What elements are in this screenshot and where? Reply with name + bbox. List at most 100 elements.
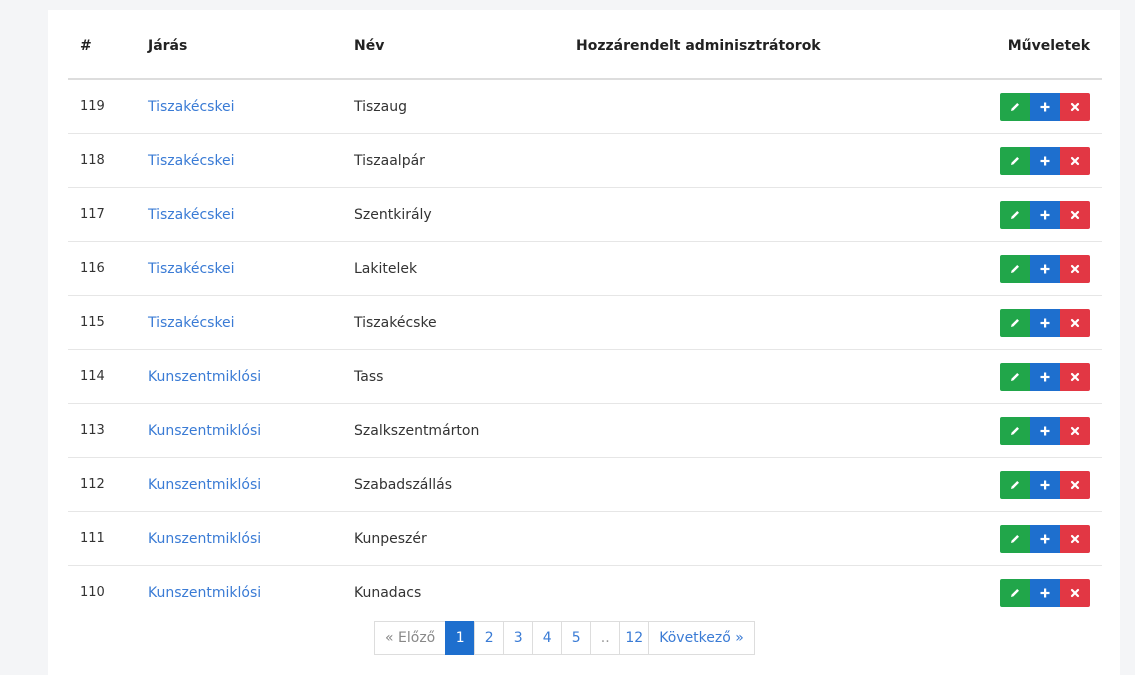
add-admin-button[interactable] (1030, 308, 1060, 337)
table-row: 113 Kunszentmiklósi Szalkszentmárton (68, 403, 1102, 458)
add-admin-button[interactable] (1030, 200, 1060, 229)
jaras-link[interactable]: Kunszentmiklósi (148, 585, 261, 601)
action-button-group (1000, 92, 1090, 121)
edit-button[interactable] (1000, 200, 1030, 229)
plus-icon (1039, 155, 1051, 167)
row-id: 110 (80, 585, 105, 600)
plus-icon (1039, 209, 1051, 221)
jaras-link[interactable]: Tiszakécskei (148, 207, 235, 223)
add-admin-button[interactable] (1030, 524, 1060, 553)
pagination-page[interactable]: 4 (532, 621, 563, 655)
pencil-icon (1009, 533, 1021, 545)
table-row: 115 Tiszakécskei Tiszakécske (68, 295, 1102, 350)
row-nev: Tiszaalpár (342, 133, 564, 188)
edit-button[interactable] (1000, 578, 1030, 607)
pagination-prev[interactable]: « Előző (374, 621, 447, 655)
edit-button[interactable] (1000, 254, 1030, 283)
row-id: 116 (68, 241, 136, 296)
row-admins (564, 79, 942, 134)
delete-button[interactable] (1060, 470, 1090, 499)
delete-button[interactable] (1060, 416, 1090, 445)
row-jaras: Tiszakécskei (136, 187, 342, 242)
jaras-link[interactable]: Tiszakécskei (148, 99, 235, 115)
edit-button[interactable] (1000, 416, 1030, 445)
pagination-page[interactable]: 12 (619, 621, 650, 655)
row-id: 119 (68, 79, 136, 134)
close-icon (1070, 318, 1080, 328)
add-admin-button[interactable] (1030, 92, 1060, 121)
add-admin-button[interactable] (1030, 416, 1060, 445)
pencil-icon (1009, 155, 1021, 167)
row-actions (941, 79, 1102, 134)
telepules-table: # Járás Név Hozzárendelt adminisztrátoro… (68, 38, 1102, 619)
add-admin-button[interactable] (1030, 470, 1060, 499)
row-actions (941, 295, 1102, 350)
plus-icon (1039, 587, 1051, 599)
edit-button[interactable] (1000, 524, 1030, 553)
action-button-group (1000, 416, 1090, 445)
row-actions (941, 403, 1102, 458)
pencil-icon (1009, 101, 1021, 113)
delete-button[interactable] (1060, 578, 1090, 607)
edit-button[interactable] (1000, 362, 1030, 391)
row-actions (941, 349, 1102, 404)
delete-button[interactable] (1060, 92, 1090, 121)
close-icon (1070, 102, 1080, 112)
delete-button[interactable] (1060, 254, 1090, 283)
table-row: 112 Kunszentmiklósi Szabadszállás (68, 457, 1102, 512)
pagination-page[interactable]: 3 (503, 621, 534, 655)
row-nev: Kunpeszér (342, 511, 564, 566)
delete-button[interactable] (1060, 146, 1090, 175)
jaras-link[interactable]: Kunszentmiklósi (148, 477, 261, 493)
add-admin-button[interactable] (1030, 146, 1060, 175)
row-jaras: Kunszentmiklósi (136, 511, 342, 566)
jaras-link[interactable]: Kunszentmiklósi (148, 531, 261, 547)
pagination-page[interactable]: 5 (561, 621, 592, 655)
row-actions (941, 133, 1102, 188)
edit-button[interactable] (1000, 308, 1030, 337)
jaras-link[interactable]: Tiszakécskei (148, 315, 235, 331)
action-button-group (1000, 362, 1090, 391)
edit-button[interactable] (1000, 146, 1030, 175)
jaras-link[interactable]: Kunszentmiklósi (148, 369, 261, 385)
add-admin-button[interactable] (1030, 362, 1060, 391)
delete-button[interactable] (1060, 362, 1090, 391)
row-actions (941, 187, 1102, 242)
jaras-link[interactable]: Tiszakécskei (148, 153, 235, 169)
plus-icon (1039, 533, 1051, 545)
delete-button[interactable] (1060, 524, 1090, 553)
header-jaras: Járás (136, 38, 342, 80)
close-icon (1070, 534, 1080, 544)
action-button-group (1000, 524, 1090, 553)
add-admin-button[interactable] (1030, 578, 1060, 607)
row-jaras: Tiszakécskei (136, 79, 342, 134)
add-admin-button[interactable] (1030, 254, 1060, 283)
delete-button[interactable] (1060, 308, 1090, 337)
edit-button[interactable] (1000, 470, 1030, 499)
row-jaras: Kunszentmiklósi (136, 403, 342, 458)
table-body: 119 Tiszakécskei Tiszaug 118 Tiszakécskei Tis… (68, 79, 1102, 619)
plus-icon (1039, 317, 1051, 329)
pagination-page[interactable]: 2 (474, 621, 505, 655)
action-button-group (1000, 470, 1090, 499)
close-icon (1070, 426, 1080, 436)
plus-icon (1039, 101, 1051, 113)
table-header-row: # Járás Név Hozzárendelt adminisztrátoro… (68, 38, 1102, 80)
jaras-link[interactable]: Tiszakécskei (148, 261, 235, 277)
action-button-group (1000, 200, 1090, 229)
row-admins (564, 187, 942, 242)
close-icon (1070, 588, 1080, 598)
header-admins: Hozzárendelt adminisztrátorok (564, 38, 942, 80)
content-panel: # Járás Név Hozzárendelt adminisztrátoro… (48, 10, 1120, 675)
pagination-page[interactable]: 1 (445, 621, 476, 655)
row-admins (564, 295, 942, 350)
table-row: 118 Tiszakécskei Tiszaalpár (68, 133, 1102, 188)
row-actions (941, 241, 1102, 296)
row-actions (941, 457, 1102, 512)
jaras-link[interactable]: Kunszentmiklósi (148, 423, 261, 439)
close-icon (1070, 480, 1080, 490)
row-jaras: Kunszentmiklósi (136, 349, 342, 404)
pagination-next[interactable]: Következő » (648, 621, 755, 655)
delete-button[interactable] (1060, 200, 1090, 229)
edit-button[interactable] (1000, 92, 1030, 121)
